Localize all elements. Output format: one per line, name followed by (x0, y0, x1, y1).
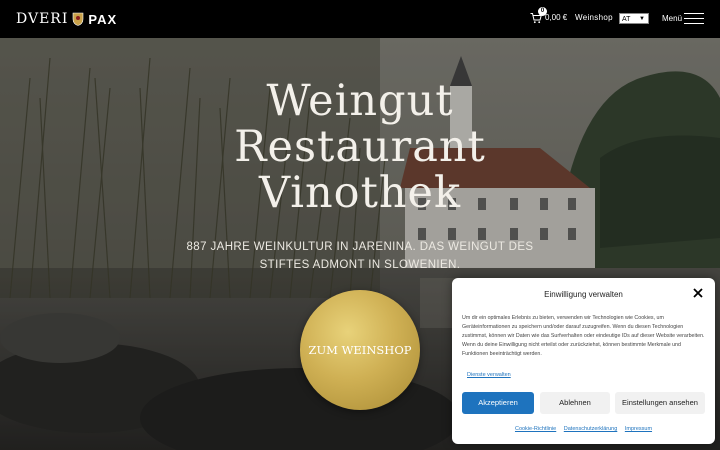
hero-title: Weingut Restaurant Vinothek (180, 78, 540, 216)
hero-subtitle: 887 JAHRE WEINKULTUR IN JARENINA. DAS WE… (186, 241, 534, 271)
menu-label[interactable]: Menü (662, 14, 682, 23)
cookie-consent-dialog: Einwilligung verwalten Um dir ein optima… (452, 278, 715, 444)
deny-button[interactable]: Ablehnen (540, 392, 610, 414)
weinshop-cta-button[interactable]: ZUM WEINSHOP (300, 290, 420, 410)
logo-text-pax: PAX (88, 11, 118, 27)
weinshop-cta-label: ZUM WEINSHOP (308, 343, 412, 357)
logo-text-dveri: DVERI (16, 11, 69, 27)
close-icon[interactable] (693, 288, 703, 298)
hero-title-line-3: Vinothek (258, 168, 462, 218)
accept-button[interactable]: Akzeptieren (462, 392, 534, 414)
country-select[interactable]: AT ▼ (619, 13, 649, 24)
crest-icon (73, 12, 84, 26)
chevron-down-icon: ▼ (639, 16, 645, 22)
logo[interactable]: DVERI PAX (16, 10, 117, 28)
consent-body-text: Um dir ein optimales Erlebnis zu bieten,… (462, 315, 705, 357)
imprint-link[interactable]: Impressum (625, 426, 652, 432)
site-header: DVERI PAX 0 0,00 € Weinshop AT ▼ Menü (0, 0, 720, 38)
manage-services-link[interactable]: Dienste verwalten (467, 372, 511, 378)
consent-title: Einwilligung verwalten (544, 290, 623, 299)
consent-footer-links: Cookie-Richtlinie Datenschutzerklärung I… (452, 426, 715, 432)
cookie-policy-link[interactable]: Cookie-Richtlinie (515, 426, 556, 432)
hero-title-line-1: Weingut (266, 76, 454, 126)
cart-total[interactable]: 0,00 € (545, 13, 567, 22)
country-select-value: AT (622, 16, 631, 23)
hero-title-line-2: Restaurant (234, 122, 486, 172)
hamburger-menu-icon[interactable] (684, 13, 704, 25)
view-settings-button[interactable]: Einstellungen ansehen (615, 392, 705, 414)
nav-weinshop-link[interactable]: Weinshop (575, 13, 613, 22)
privacy-policy-link[interactable]: Datenschutzerklärung (564, 426, 618, 432)
